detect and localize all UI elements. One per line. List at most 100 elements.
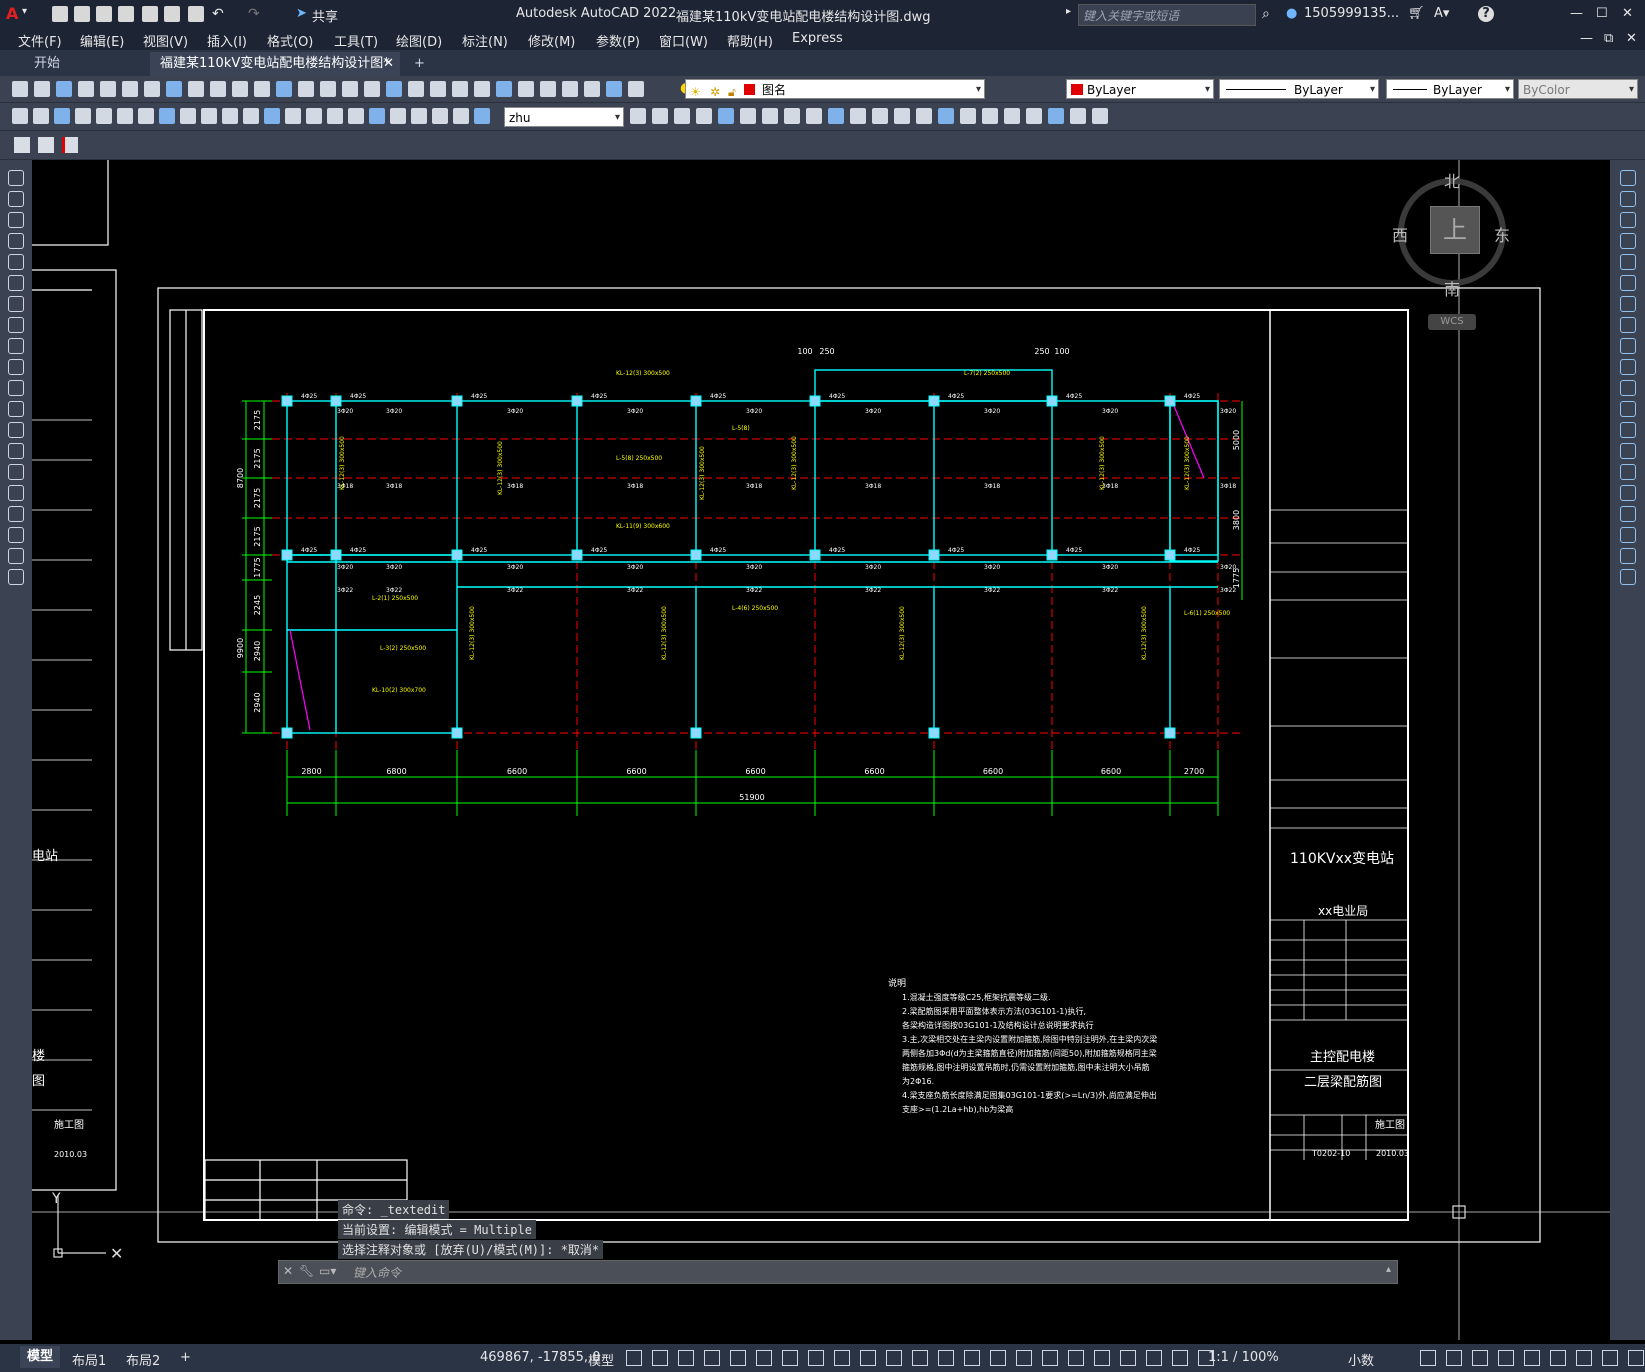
menu-modify[interactable]: 修改(M) (528, 31, 575, 50)
toolbar-button-icon[interactable] (320, 81, 336, 97)
toolbar-button-icon[interactable] (364, 81, 380, 97)
status-toggle-icon[interactable] (1524, 1350, 1540, 1366)
layout-tab-model[interactable]: 模型 (20, 1346, 60, 1368)
user-name[interactable]: 1505999135... (1304, 6, 1399, 21)
tab-add-button[interactable]: + (404, 52, 435, 76)
status-toggle-icon[interactable] (1042, 1350, 1058, 1366)
dimension-tool-icon[interactable] (674, 108, 690, 124)
toolbar-button-icon[interactable] (232, 81, 248, 97)
doc-close-icon[interactable]: ✕ (1626, 31, 1637, 46)
status-toggle-icon[interactable] (652, 1350, 668, 1366)
dimension-tool-icon[interactable] (938, 108, 954, 124)
menu-view[interactable]: 视图(V) (143, 31, 188, 50)
toolbar-button-icon[interactable] (386, 81, 402, 97)
dimension-tool-icon[interactable] (369, 108, 385, 124)
maximize-icon[interactable]: ☐ (1596, 6, 1608, 21)
dimension-tool-icon[interactable] (960, 108, 976, 124)
dimension-tool-icon[interactable] (54, 108, 70, 124)
modify-tool-icon[interactable] (1620, 275, 1636, 291)
dimension-tool-icon[interactable] (1092, 108, 1108, 124)
menu-window[interactable]: 窗口(W) (659, 31, 708, 50)
toolbar-button-icon[interactable] (452, 81, 468, 97)
doc-restore-icon[interactable]: ⧉ (1604, 31, 1613, 46)
dimension-tool-icon[interactable] (828, 108, 844, 124)
dimension-tool-icon[interactable] (474, 108, 490, 124)
dimension-tool-icon[interactable] (348, 108, 364, 124)
search-expand-icon[interactable]: ▸ (1066, 6, 1071, 17)
linetype-dropdown[interactable]: ByLayer ▾ (1219, 79, 1379, 99)
toolbar-button-icon[interactable] (584, 81, 600, 97)
dimension-tool-icon[interactable] (894, 108, 910, 124)
status-toggle-icon[interactable] (808, 1350, 824, 1366)
dimension-tool-icon[interactable] (327, 108, 343, 124)
doc-minimize-icon[interactable]: — (1580, 31, 1593, 46)
status-toggle-icon[interactable] (1420, 1350, 1436, 1366)
modify-tool-icon[interactable] (1620, 212, 1636, 228)
dimension-tool-icon[interactable] (159, 108, 175, 124)
status-toggle-icon[interactable] (1172, 1350, 1188, 1366)
drawing-canvas[interactable]: Y ✕ 2800 6800 6600 6600 6600 6600 6600 6600 2700… (32, 160, 1610, 1340)
status-toggle-icon[interactable] (1016, 1350, 1032, 1366)
dimension-tool-icon[interactable] (652, 108, 668, 124)
status-toggle-icon[interactable] (834, 1350, 850, 1366)
modify-tool-icon[interactable] (1620, 296, 1636, 312)
plotstyle-dropdown[interactable]: ByColor ▾ (1518, 79, 1638, 99)
draw-tool-icon[interactable] (8, 443, 24, 459)
annotation-scale[interactable]: 1:1 / 100% (1208, 1350, 1279, 1365)
modify-tool-icon[interactable] (1620, 569, 1636, 585)
status-toggle-icon[interactable] (704, 1350, 720, 1366)
toolbar-button-icon[interactable] (606, 81, 622, 97)
dimension-tool-icon[interactable] (432, 108, 448, 124)
menu-draw[interactable]: 绘图(D) (396, 31, 442, 50)
modify-tool-icon[interactable] (1620, 380, 1636, 396)
save-as-icon[interactable] (118, 6, 134, 22)
viewcube-south[interactable]: 南 (1444, 276, 1460, 300)
toolbar-button-icon[interactable] (122, 81, 138, 97)
status-toggle-icon[interactable] (886, 1350, 902, 1366)
dimension-tool-icon[interactable] (762, 108, 778, 124)
plot-icon[interactable] (188, 6, 204, 22)
tab-close-icon[interactable]: ✕ (383, 52, 394, 76)
color-dropdown[interactable]: ByLayer ▾ (1066, 79, 1214, 99)
modify-tool-icon[interactable] (1620, 506, 1636, 522)
tab-active-drawing[interactable]: 福建某110kV变电站配电楼结构设计图* ✕ (150, 52, 400, 76)
menu-dimension[interactable]: 标注(N) (462, 31, 508, 50)
modify-tool-icon[interactable] (1620, 527, 1636, 543)
draw-tool-icon[interactable] (8, 506, 24, 522)
dimension-tool-icon[interactable] (1048, 108, 1064, 124)
status-toggle-icon[interactable] (990, 1350, 1006, 1366)
undo-icon[interactable]: ↶ (212, 6, 224, 22)
status-toggle-icon[interactable] (626, 1350, 642, 1366)
dimension-tool-icon[interactable] (243, 108, 259, 124)
status-toggle-icon[interactable] (964, 1350, 980, 1366)
dimension-tool-icon[interactable] (1026, 108, 1042, 124)
modify-tool-icon[interactable] (1620, 464, 1636, 480)
minimize-icon[interactable]: — (1570, 6, 1583, 21)
save-web-icon[interactable] (164, 6, 180, 22)
dimension-tool-icon[interactable] (96, 108, 112, 124)
app-menu-chevron-icon[interactable]: ▾ (22, 6, 27, 17)
status-toggle-icon[interactable] (1446, 1350, 1462, 1366)
dimension-tool-icon[interactable] (12, 108, 28, 124)
tab-start[interactable]: 开始 (24, 52, 70, 76)
menu-file[interactable]: 文件(F) (18, 31, 62, 50)
layout-tab-2[interactable]: 布局2 (126, 1350, 160, 1369)
toolbar-button-icon[interactable] (56, 81, 72, 97)
dimension-tool-icon[interactable] (306, 108, 322, 124)
draw-tool-icon[interactable] (8, 212, 24, 228)
add-layout-button[interactable]: + (180, 1350, 191, 1365)
modify-tool-icon[interactable] (1620, 548, 1636, 564)
toolbar-button-icon[interactable] (166, 81, 182, 97)
toolbar-button-icon[interactable] (276, 81, 292, 97)
dimension-tool-icon[interactable] (718, 108, 734, 124)
status-toggle-icon[interactable] (1498, 1350, 1514, 1366)
menu-edit[interactable]: 编辑(E) (80, 31, 124, 50)
command-history-up-icon[interactable]: ▴ (1386, 1264, 1391, 1275)
command-prompt-icon[interactable]: ▭▾ (319, 1264, 336, 1278)
dimension-tool-icon[interactable] (982, 108, 998, 124)
toolbar-button-icon[interactable] (430, 81, 446, 97)
draw-tool-icon[interactable] (8, 296, 24, 312)
menu-format[interactable]: 格式(O) (267, 31, 313, 50)
dimension-tool-icon[interactable] (696, 108, 712, 124)
draw-tool-icon[interactable] (8, 548, 24, 564)
